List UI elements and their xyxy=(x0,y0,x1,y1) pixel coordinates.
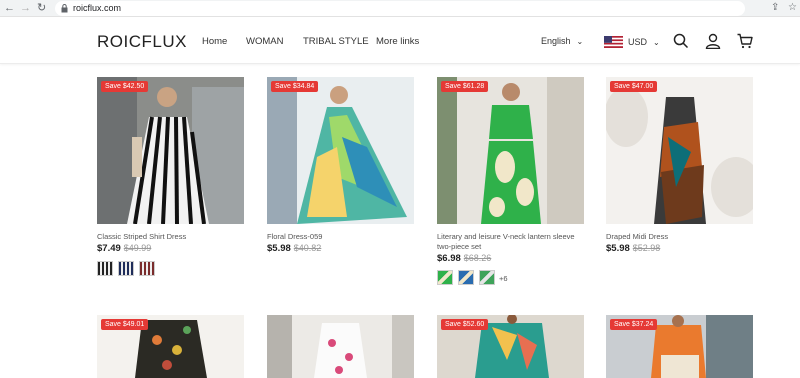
product-image[interactable]: Save $52.60 xyxy=(437,315,584,378)
save-badge: Save $49.01 xyxy=(101,319,149,330)
product-image[interactable]: Save $37.24 xyxy=(606,315,753,378)
product-price: $5.98 $52.98 xyxy=(606,243,660,254)
color-swatch[interactable] xyxy=(97,261,113,276)
sale-price: $6.98 xyxy=(437,253,461,264)
reload-icon[interactable]: ↻ xyxy=(37,1,46,15)
more-swatches[interactable]: +6 xyxy=(499,274,508,283)
product-image[interactable]: Save $47.00 xyxy=(606,77,753,224)
search-icon[interactable] xyxy=(673,33,689,49)
color-swatch[interactable] xyxy=(118,261,134,276)
back-icon[interactable]: ← xyxy=(4,1,15,15)
share-icon[interactable]: ⇪ xyxy=(771,1,779,15)
product-name[interactable]: Floral Dress-059 xyxy=(267,232,414,242)
nav-home[interactable]: Home xyxy=(202,36,227,47)
product-name[interactable]: Literary and leisure V-neck lantern slee… xyxy=(437,232,584,252)
product-image[interactable] xyxy=(267,315,414,378)
original-price: $40.82 xyxy=(293,243,322,253)
color-swatch[interactable] xyxy=(458,270,474,285)
product-name[interactable]: Classic Striped Shirt Dress xyxy=(97,232,244,242)
user-icon[interactable] xyxy=(705,33,721,49)
currency-label: USD xyxy=(628,37,648,47)
bookmark-star-icon[interactable]: ☆ xyxy=(788,1,797,15)
lock-icon xyxy=(61,4,68,13)
color-swatch[interactable] xyxy=(139,261,155,276)
nav-more-links[interactable]: More links xyxy=(376,36,419,47)
save-badge: Save $47.00 xyxy=(610,81,658,92)
color-swatch[interactable] xyxy=(479,270,495,285)
cart-icon[interactable] xyxy=(737,33,753,49)
site-logo[interactable]: ROICFLUX xyxy=(97,32,187,52)
product-image[interactable]: Save $34.84 xyxy=(267,77,414,224)
original-price: $52.98 xyxy=(632,243,661,253)
chevron-down-icon: ⌄ xyxy=(653,37,660,47)
nav-tribal-style[interactable]: TRIBAL STYLE xyxy=(303,36,369,47)
sale-price: $5.98 xyxy=(267,243,291,254)
product-image[interactable]: Save $42.50 xyxy=(97,77,244,224)
original-price: $49.99 xyxy=(123,243,152,253)
forward-icon[interactable]: → xyxy=(20,1,31,15)
nav-woman[interactable]: WOMAN xyxy=(246,36,283,47)
browser-toolbar: ← → ↻ roicflux.com ⇪ ☆ xyxy=(0,0,800,17)
product-image[interactable]: Save $61.28 xyxy=(437,77,584,224)
site-header: ROICFLUX Home WOMAN TRIBAL STYLE More li… xyxy=(0,17,800,64)
product-price: $7.49 $49.99 xyxy=(97,243,151,254)
language-label: English xyxy=(541,36,571,46)
save-badge: Save $52.60 xyxy=(441,319,489,330)
save-badge: Save $42.50 xyxy=(101,81,149,92)
us-flag-icon xyxy=(604,36,623,48)
product-name[interactable]: Draped Midi Dress xyxy=(606,232,753,242)
save-badge: Save $34.84 xyxy=(271,81,319,92)
color-swatch[interactable] xyxy=(437,270,453,285)
address-bar[interactable]: roicflux.com xyxy=(55,1,745,16)
product-image[interactable]: Save $49.01 xyxy=(97,315,244,378)
save-badge: Save $61.28 xyxy=(441,81,489,92)
url-text: roicflux.com xyxy=(73,3,122,13)
sale-price: $7.49 xyxy=(97,243,121,254)
sale-price: $5.98 xyxy=(606,243,630,254)
product-price: $5.98 $40.82 xyxy=(267,243,321,254)
chevron-down-icon: ⌄ xyxy=(576,37,584,46)
save-badge: Save $37.24 xyxy=(610,319,658,330)
original-price: $68.26 xyxy=(463,253,492,263)
language-selector[interactable]: English ⌄ xyxy=(541,36,583,46)
product-price: $6.98 $68.26 xyxy=(437,253,491,264)
currency-selector[interactable]: USD ⌄ xyxy=(604,36,660,48)
